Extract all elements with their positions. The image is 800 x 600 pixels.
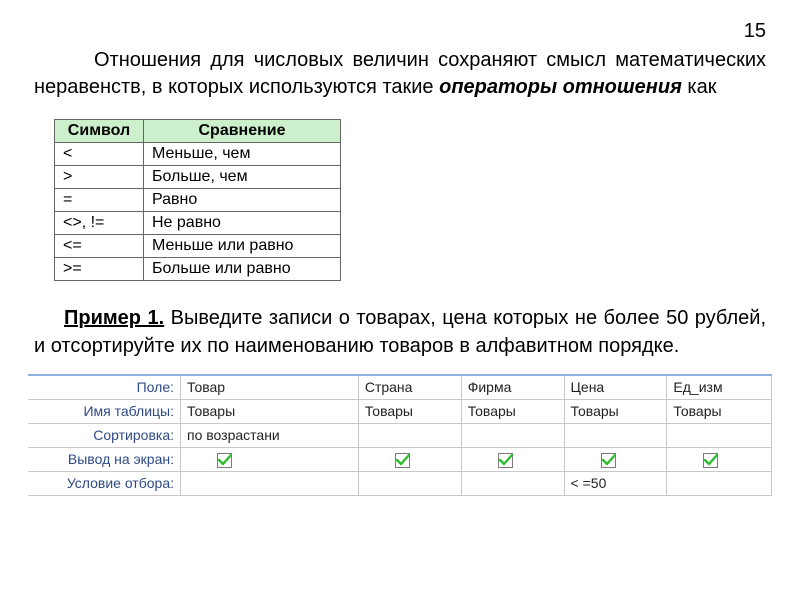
table-cell[interactable]: Товары	[564, 399, 667, 423]
show-cell[interactable]	[564, 447, 667, 471]
sort-cell[interactable]	[461, 423, 564, 447]
row-table: Имя таблицы: Товары Товары Товары Товары…	[28, 399, 772, 423]
cell-symbol: <=	[55, 235, 144, 258]
cell-symbol: <>, !=	[55, 212, 144, 235]
show-cell[interactable]	[358, 447, 461, 471]
criteria-cell[interactable]: < =50	[564, 471, 667, 495]
label-sort: Сортировка:	[28, 423, 181, 447]
sort-cell[interactable]	[564, 423, 667, 447]
intro-paragraph: Отношения для числовых величин сохраняют…	[34, 47, 766, 101]
cell-symbol: >	[55, 166, 144, 189]
table-cell[interactable]: Товары	[667, 399, 772, 423]
criteria-cell[interactable]	[461, 471, 564, 495]
checkbox-checked-icon[interactable]	[601, 453, 616, 468]
cell-symbol: =	[55, 189, 144, 212]
field-cell[interactable]: Товар	[181, 376, 359, 400]
sort-cell[interactable]	[667, 423, 772, 447]
header-comparison: Сравнение	[144, 120, 341, 143]
show-cell[interactable]	[461, 447, 564, 471]
operators-table: Символ Сравнение <Меньше, чем >Больше, ч…	[54, 119, 341, 281]
checkbox-checked-icon[interactable]	[498, 453, 513, 468]
checkbox-checked-icon[interactable]	[217, 453, 232, 468]
row-sort: Сортировка: по возрастани	[28, 423, 772, 447]
table-cell[interactable]: Товары	[461, 399, 564, 423]
table-cell[interactable]: Товары	[358, 399, 461, 423]
label-table: Имя таблицы:	[28, 399, 181, 423]
label-field: Поле:	[28, 376, 181, 400]
cell-comparison: Меньше, чем	[144, 143, 341, 166]
sort-cell[interactable]: по возрастани	[181, 423, 359, 447]
field-cell[interactable]: Ед_изм	[667, 376, 772, 400]
field-cell[interactable]: Страна	[358, 376, 461, 400]
criteria-cell[interactable]	[358, 471, 461, 495]
show-cell[interactable]	[181, 447, 359, 471]
intro-text-2: как	[682, 76, 717, 98]
intro-em: операторы отношения	[439, 76, 682, 98]
checkbox-checked-icon[interactable]	[395, 453, 410, 468]
field-cell[interactable]: Цена	[564, 376, 667, 400]
sort-cell[interactable]	[358, 423, 461, 447]
checkbox-checked-icon[interactable]	[703, 453, 718, 468]
cell-symbol: <	[55, 143, 144, 166]
table-cell[interactable]: Товары	[181, 399, 359, 423]
table-row: >Больше, чем	[55, 166, 341, 189]
cell-comparison: Больше или равно	[144, 258, 341, 281]
row-show: Вывод на экран:	[28, 447, 772, 471]
row-field: Поле: Товар Страна Фирма Цена Ед_изм	[28, 376, 772, 400]
show-cell[interactable]	[667, 447, 772, 471]
criteria-cell[interactable]	[181, 471, 359, 495]
field-cell[interactable]: Фирма	[461, 376, 564, 400]
label-show: Вывод на экран:	[28, 447, 181, 471]
example-paragraph: Пример 1. Выведите записи о товарах, цен…	[34, 305, 766, 359]
query-design-grid: Поле: Товар Страна Фирма Цена Ед_изм Имя…	[28, 374, 772, 496]
table-row: >=Больше или равно	[55, 258, 341, 281]
table-header-row: Символ Сравнение	[55, 120, 341, 143]
cell-comparison: Меньше или равно	[144, 235, 341, 258]
example-label: Пример 1.	[64, 307, 164, 329]
table-row: <Меньше, чем	[55, 143, 341, 166]
header-symbol: Символ	[55, 120, 144, 143]
table-row: <=Меньше или равно	[55, 235, 341, 258]
row-criteria: Условие отбора: < =50	[28, 471, 772, 495]
cell-symbol: >=	[55, 258, 144, 281]
page-number: 15	[28, 20, 772, 43]
label-criteria: Условие отбора:	[28, 471, 181, 495]
table-row: <>, !=Не равно	[55, 212, 341, 235]
cell-comparison: Равно	[144, 189, 341, 212]
cell-comparison: Больше, чем	[144, 166, 341, 189]
criteria-cell[interactable]	[667, 471, 772, 495]
table-row: =Равно	[55, 189, 341, 212]
cell-comparison: Не равно	[144, 212, 341, 235]
